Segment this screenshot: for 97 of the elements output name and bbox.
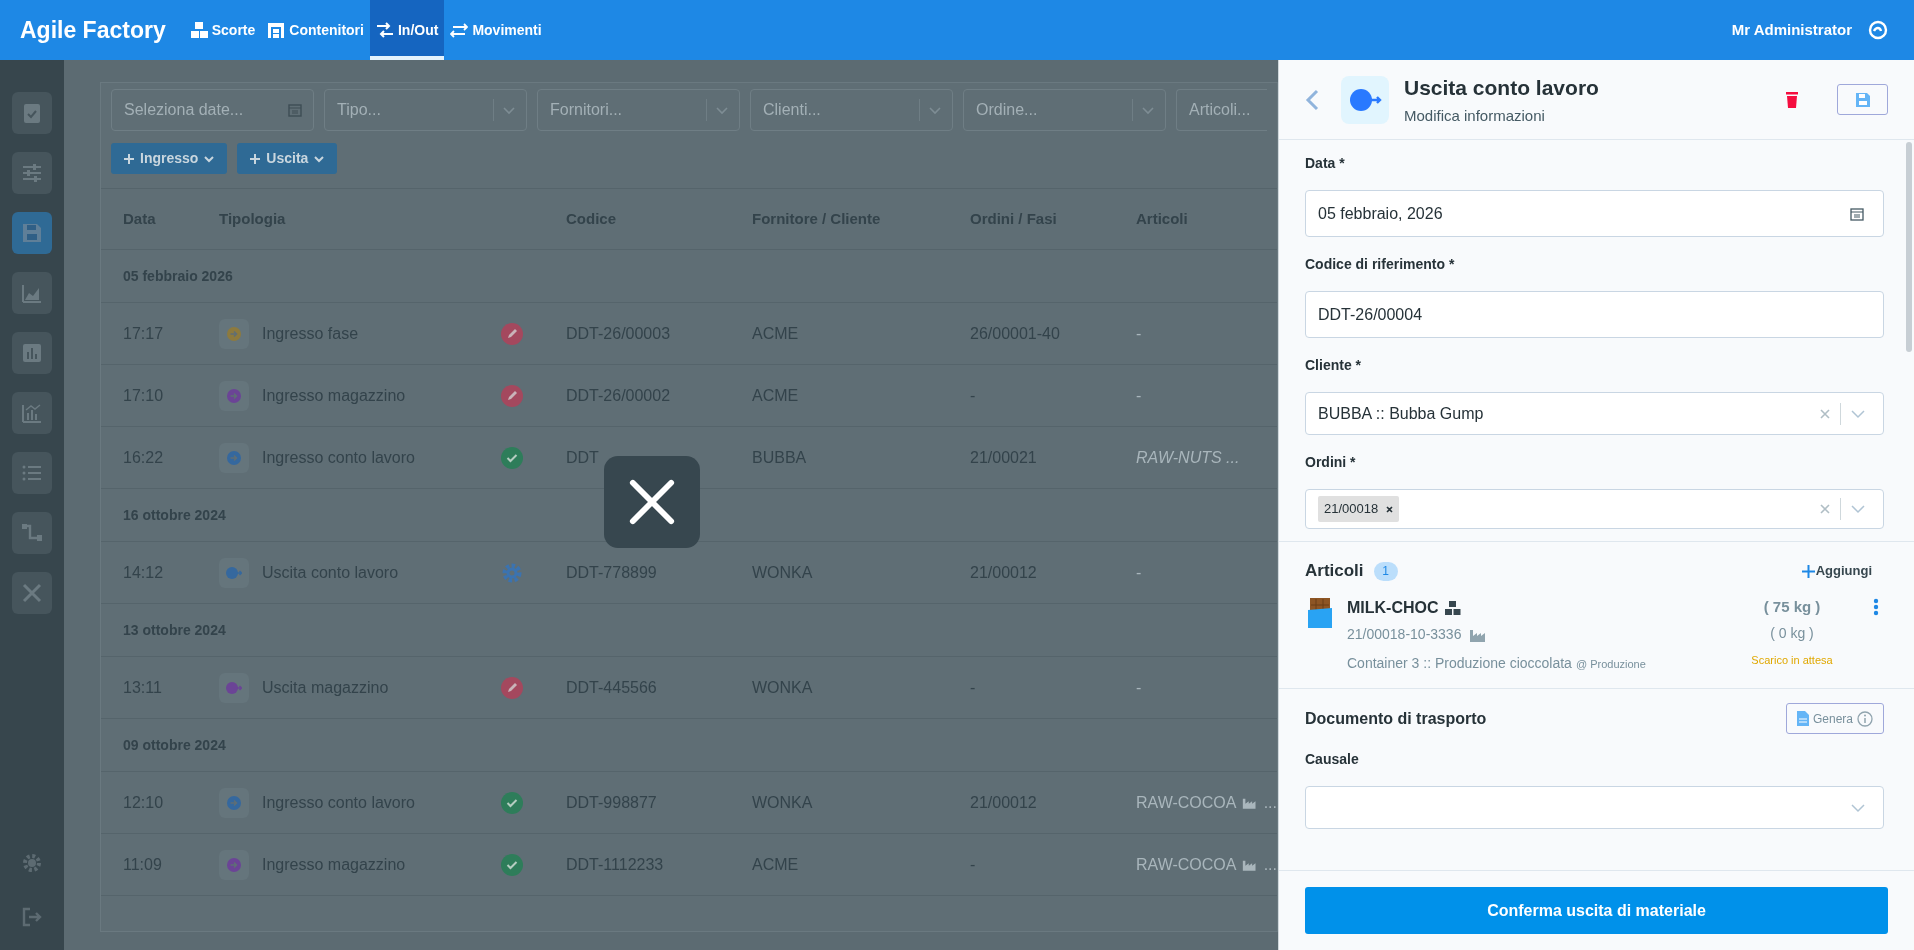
- articles-cell-text: -: [1136, 385, 1142, 406]
- article-area: @ Produzione: [1575, 656, 1646, 673]
- articles-cell-text: -: [1136, 323, 1142, 344]
- select-field[interactable]: [1305, 786, 1884, 829]
- plus-icon: [123, 152, 135, 165]
- article-location: Container 3 :: Produzione cioccolata: [1347, 654, 1572, 673]
- articles-cell-text: RAW-COCOA: [1136, 792, 1237, 813]
- articles-cell-text: -: [1136, 677, 1142, 698]
- orders-cell-text: -: [970, 677, 977, 698]
- back-chevron-icon[interactable]: [1305, 88, 1319, 111]
- orders-cell-text: -: [970, 385, 977, 406]
- chevron-down-icon: [1851, 408, 1865, 419]
- trash-icon: [1785, 91, 1799, 108]
- boxes-icon: [1444, 601, 1461, 615]
- plus-icon: [249, 152, 262, 165]
- articles-cell-text: RAW-NUTS ...: [1136, 447, 1240, 468]
- nav-link[interactable]: Scorte: [183, 0, 262, 60]
- date-field[interactable]: 05 febbraio, 2026: [1305, 190, 1884, 237]
- select-filter[interactable]: Ordine...: [963, 89, 1166, 131]
- field-label: Data *: [1305, 153, 1346, 173]
- sidebar-button[interactable]: [12, 572, 52, 614]
- scrollbar-thumb[interactable]: [1906, 142, 1912, 352]
- swap-arrows-icon: [375, 21, 394, 39]
- more-text: ...: [1263, 792, 1277, 813]
- clear-icon: [1820, 408, 1830, 419]
- generate-button[interactable]: Genera: [1785, 703, 1884, 734]
- article-name: MILK-CHOC: [1347, 598, 1439, 618]
- boxes-icon: [189, 21, 208, 39]
- settings-icon[interactable]: [20, 851, 44, 875]
- logo-icon: [1868, 20, 1888, 40]
- clear-icon: [1820, 504, 1830, 514]
- select-filter[interactable]: Fornitori...: [537, 89, 740, 131]
- select-filter[interactable]: Tipo...: [324, 89, 527, 131]
- select-filter[interactable]: Clienti...: [750, 89, 953, 131]
- document-icon: [1796, 711, 1809, 726]
- nav-link[interactable]: In/Out: [369, 0, 445, 60]
- chevron-down-icon: [1851, 504, 1865, 514]
- shelves-icon: [267, 21, 286, 39]
- section-title: Documento di trasporto: [1305, 708, 1488, 729]
- select-field[interactable]: 21/00018: [1305, 489, 1884, 529]
- app-title: Agile Factory: [19, 15, 167, 45]
- delete-button[interactable]: [1785, 91, 1799, 108]
- sidebar-button[interactable]: [12, 332, 52, 374]
- sidebar-button[interactable]: [12, 152, 52, 194]
- more-text: ...: [1263, 854, 1277, 875]
- article-code: 21/00018-10-3336: [1347, 625, 1462, 644]
- logout-icon[interactable]: [20, 905, 44, 929]
- add-dropdown-button[interactable]: Ingresso: [111, 143, 228, 174]
- nav-link[interactable]: Contenitori: [261, 0, 370, 60]
- articles-cell-text: RAW-COCOA: [1136, 854, 1237, 875]
- line-chart-icon: [20, 401, 44, 425]
- nav-link[interactable]: Movimenti: [444, 0, 548, 60]
- field-label: Ordini *: [1305, 452, 1357, 472]
- more-options-icon[interactable]: [1873, 598, 1879, 616]
- date-filter[interactable]: Seleziona date...: [111, 89, 314, 131]
- panel-subtitle: Modifica informazioni: [1404, 106, 1546, 126]
- sliders-icon: [20, 161, 44, 185]
- calendar-icon: [1849, 205, 1865, 222]
- dot-arrow-icon: [1348, 87, 1382, 112]
- calendar-icon: [287, 102, 303, 118]
- factory-icon: [1469, 627, 1487, 642]
- field-label: Causale: [1305, 749, 1360, 769]
- close-button[interactable]: [604, 456, 700, 548]
- sidebar-button[interactable]: [12, 272, 52, 314]
- sidebar-button[interactable]: [12, 452, 52, 494]
- sidebar-button[interactable]: [12, 92, 52, 134]
- user-name: Mr Administrator: [1731, 19, 1852, 40]
- sidebar-button[interactable]: [12, 392, 52, 434]
- close-icon: [628, 478, 676, 526]
- quantity-text: ( 75 kg ): [1763, 597, 1821, 617]
- save-button[interactable]: [1837, 84, 1888, 115]
- section-title: Articoli: [1305, 560, 1364, 583]
- chocolate-bar-icon: [1307, 598, 1333, 630]
- order-tag[interactable]: 21/00018: [1318, 496, 1400, 522]
- panel-title: Uscita conto lavoro: [1404, 74, 1600, 101]
- status-text: Scarico in attesa: [1751, 652, 1833, 668]
- bar-chart-icon: [20, 341, 44, 365]
- select-filter[interactable]: Articoli...: [1176, 89, 1267, 131]
- info-icon: [1857, 710, 1873, 727]
- articles-cell-text: -: [1136, 562, 1142, 583]
- plus-icon: [1801, 564, 1815, 578]
- orders-cell-text: -: [970, 854, 977, 875]
- add-button[interactable]: Aggiungi: [1801, 561, 1872, 581]
- add-dropdown-button[interactable]: Uscita: [237, 143, 338, 174]
- field-label: Cliente *: [1305, 355, 1362, 375]
- quantity-done-text: ( 0 kg ): [1770, 623, 1814, 643]
- tools-icon: [20, 581, 44, 605]
- confirm-button[interactable]: Conferma uscita di materiale: [1305, 887, 1888, 934]
- field-label: Codice di riferimento *: [1305, 254, 1456, 274]
- remove-icon: [1386, 505, 1394, 513]
- sidebar-button[interactable]: [12, 212, 52, 254]
- select-field[interactable]: BUBBA :: Bubba Gump: [1305, 392, 1884, 435]
- left-right-arrows-icon: [450, 21, 469, 39]
- sidebar-button[interactable]: [12, 512, 52, 554]
- chevron-down-icon: [1851, 802, 1865, 813]
- count-badge: 1: [1373, 561, 1398, 581]
- input-field[interactable]: DDT-26/00004: [1305, 291, 1884, 338]
